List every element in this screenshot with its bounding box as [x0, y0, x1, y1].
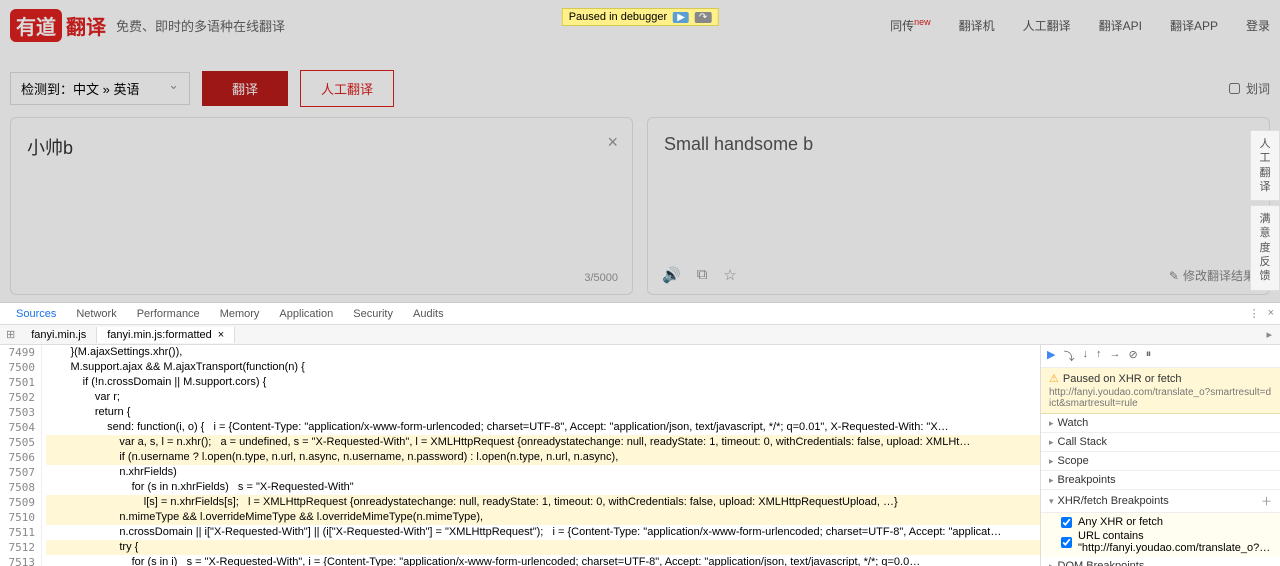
logo-badge: 有道 — [10, 9, 62, 42]
pencil-icon: ✎ — [1169, 269, 1179, 283]
acc-callstack[interactable]: Call Stack — [1041, 433, 1280, 452]
file-tabs: ⊞ fanyi.min.js fanyi.min.js:formatted× ▸ — [0, 325, 1280, 345]
language-select[interactable]: 检测到：中文 » 英语 — [10, 72, 190, 105]
nav-rengong[interactable]: 人工翻译 — [1023, 17, 1071, 34]
tab-security[interactable]: Security — [343, 305, 403, 323]
side-human-translate[interactable]: 人工 翻译 — [1250, 130, 1280, 201]
xhr-url-checkbox[interactable]: URL contains "http://fanyi.youdao.com/tr… — [1041, 529, 1280, 555]
add-xhr-bp-icon[interactable]: ＋ — [1261, 493, 1272, 509]
star-icon[interactable]: ☆ — [723, 266, 736, 284]
tagline: 免费、即时的多语种在线翻译 — [116, 16, 285, 35]
human-translate-button[interactable]: 人工翻译 — [300, 70, 394, 107]
pause-reason: ⚠Paused on XHR or fetch http://fanyi.you… — [1041, 368, 1280, 414]
controls-row: 检测到：中文 » 英语 翻译 人工翻译 划词 — [0, 50, 1280, 117]
warning-icon: ⚠ — [1049, 372, 1059, 385]
file-more-icon[interactable]: ▸ — [1258, 328, 1280, 341]
resume-button[interactable]: ▶ — [1047, 348, 1055, 364]
huaci-input[interactable] — [1229, 83, 1240, 94]
pause-url: http://fanyi.youdao.com/translate_o?smar… — [1049, 387, 1272, 409]
nav-fanyiji[interactable]: 翻译机 — [959, 17, 995, 34]
copy-icon[interactable]: ⧉ — [697, 266, 708, 284]
tab-performance[interactable]: Performance — [127, 305, 210, 323]
edit-result-button[interactable]: ✎ 修改翻译结果 — [1169, 267, 1255, 284]
xhr-any-checkbox[interactable]: Any XHR or fetch — [1041, 515, 1280, 529]
input-panel[interactable]: 小帅b × 3/5000 — [10, 117, 633, 295]
code-area[interactable]: }(M.ajaxSettings.xhr()), M.support.ajax … — [42, 345, 1040, 566]
acc-breakpoints[interactable]: Breakpoints — [1041, 471, 1280, 490]
tab-memory[interactable]: Memory — [210, 305, 270, 323]
tab-audits[interactable]: Audits — [403, 305, 454, 323]
pause-exc-icon[interactable]: ⏸ — [1146, 348, 1152, 364]
translation-panels: 小帅b × 3/5000 Small handsome b 🔊 ⧉ ☆ ✎ 修改… — [0, 117, 1280, 295]
speaker-icon[interactable]: 🔊 — [662, 266, 681, 284]
top-nav: 同传new 翻译机 人工翻译 翻译API 翻译APP 登录 — [890, 17, 1270, 34]
logo-text: 翻译 — [66, 11, 106, 40]
tab-sources[interactable]: Sources — [6, 305, 66, 323]
file-tab-1[interactable]: fanyi.min.js — [21, 327, 97, 343]
file-tab-2[interactable]: fanyi.min.js:formatted× — [97, 327, 235, 343]
devtools: Sources Network Performance Memory Appli… — [0, 302, 1280, 566]
acc-watch[interactable]: Watch — [1041, 414, 1280, 433]
translate-button[interactable]: 翻译 — [202, 71, 288, 106]
output-text: Small handsome b — [664, 134, 1253, 155]
devtools-tabs: Sources Network Performance Memory Appli… — [0, 303, 1280, 325]
nav-api[interactable]: 翻译API — [1099, 17, 1142, 34]
tab-network[interactable]: Network — [66, 305, 126, 323]
nav-login[interactable]: 登录 — [1246, 17, 1270, 34]
debugger-sidebar: ▶ ⤵ ↓ ↑ → ⊘ ⏸ ⚠Paused on XHR or fetch ht… — [1040, 345, 1280, 566]
debugger-text: Paused in debugger — [569, 11, 667, 23]
deactivate-bp-icon[interactable]: ⊘ — [1128, 348, 1137, 364]
step-icon2[interactable]: → — [1109, 348, 1120, 364]
output-panel: Small handsome b 🔊 ⧉ ☆ ✎ 修改翻译结果 — [647, 117, 1270, 295]
devtools-close-icon[interactable]: × — [1268, 307, 1274, 320]
step-icon[interactable]: ↷ — [695, 12, 711, 23]
side-float: 人工 翻译 满意度 反馈 — [1250, 130, 1280, 291]
step-into-icon[interactable]: ↓ — [1082, 348, 1088, 364]
nav-tongchuan[interactable]: 同传new — [890, 17, 931, 34]
char-counter: 3/5000 — [584, 272, 618, 284]
logo[interactable]: 有道 翻译 — [10, 9, 106, 42]
devtools-menu-icon[interactable]: ⋮ — [1249, 307, 1260, 320]
close-file-icon[interactable]: × — [218, 329, 224, 341]
line-gutter: 7499 7500 7501 7502 7503 7504 7505 7506 … — [0, 345, 42, 566]
debugger-controls: ▶ ⤵ ↓ ↑ → ⊘ ⏸ — [1041, 345, 1280, 368]
clear-input-icon[interactable]: × — [607, 132, 618, 153]
input-text[interactable]: 小帅b — [27, 134, 616, 160]
tab-application[interactable]: Application — [269, 305, 343, 323]
acc-scope[interactable]: Scope — [1041, 452, 1280, 471]
debugger-badge: Paused in debugger ▶ ↷ — [562, 8, 719, 26]
step-out-icon[interactable]: ↑ — [1096, 348, 1102, 364]
nav-toggle-icon[interactable]: ⊞ — [0, 328, 21, 341]
nav-app[interactable]: 翻译APP — [1170, 17, 1218, 34]
acc-dom[interactable]: DOM Breakpoints — [1041, 557, 1280, 566]
resume-icon[interactable]: ▶ — [673, 12, 689, 23]
side-feedback[interactable]: 满意度 反馈 — [1250, 205, 1280, 290]
acc-xhr[interactable]: XHR/fetch Breakpoints＋ — [1041, 490, 1280, 513]
huaci-checkbox[interactable]: 划词 — [1229, 80, 1270, 97]
step-over-icon[interactable]: ⤵ — [1063, 348, 1074, 364]
